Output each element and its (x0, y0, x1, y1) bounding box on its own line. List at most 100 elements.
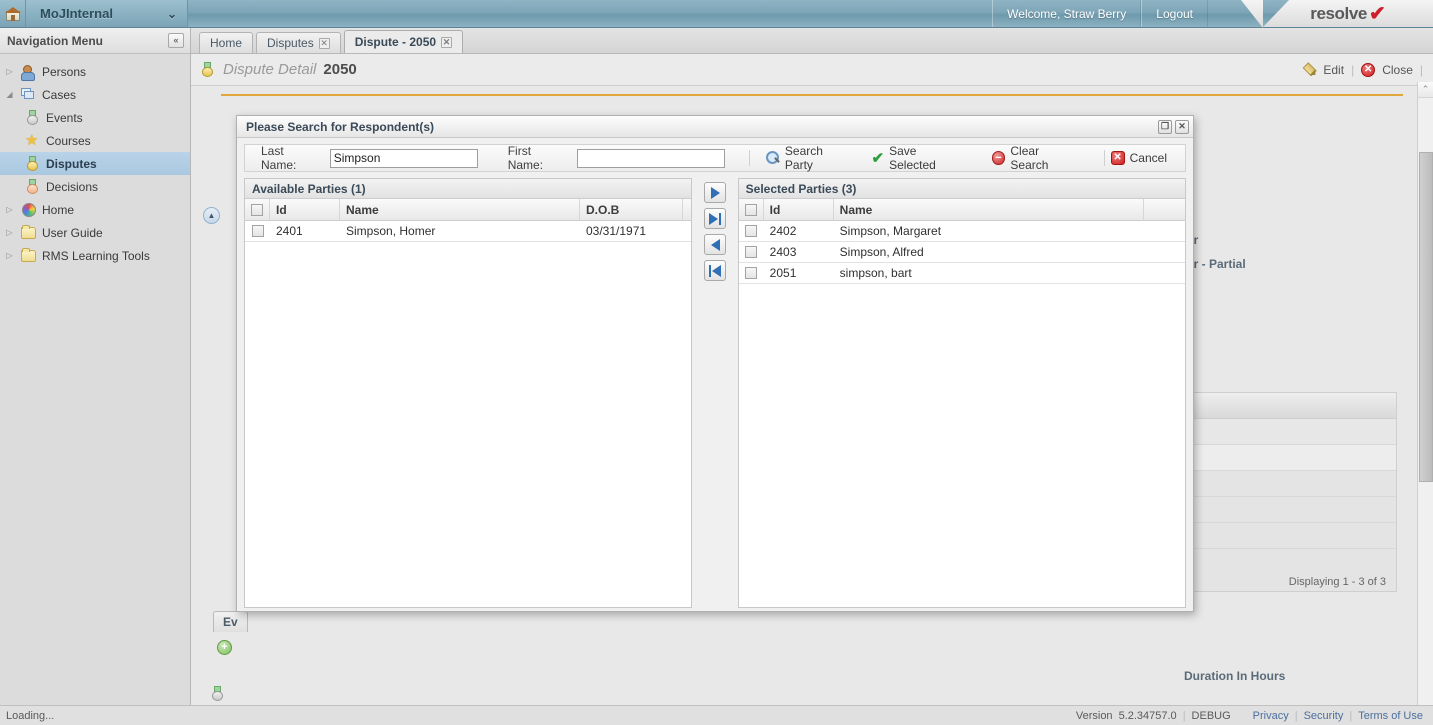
scroll-up-button[interactable]: ⌃ (1418, 82, 1433, 98)
row-checkbox-cell[interactable] (739, 242, 764, 263)
sidebar-item-events[interactable]: Events (0, 106, 190, 129)
row-checkbox-cell[interactable] (739, 263, 764, 284)
table-row[interactable]: 2403 Simpson, Alfred (738, 242, 1186, 263)
table-row[interactable]: 2051 simpson, bart (738, 263, 1186, 284)
add-event-button[interactable]: + (217, 640, 232, 655)
status-bar-right: Version 5.2.34757.0 | DEBUG Privacy | Se… (1076, 710, 1433, 722)
sidebar-item-persons[interactable]: ▷ Persons (0, 60, 190, 83)
column-header-name[interactable]: Name (340, 198, 580, 221)
column-header-dob[interactable]: D.O.B (580, 198, 683, 221)
sidebar-item-cases[interactable]: ◢ Cases (0, 83, 190, 106)
sidebar-item-decisions[interactable]: Decisions (0, 175, 190, 198)
tab-label: Dispute - 2050 (354, 35, 437, 49)
vertical-scrollbar[interactable]: ⌃ ⌄ (1417, 82, 1433, 725)
sidebar-item-user-guide[interactable]: ▷ User Guide (0, 221, 190, 244)
cancel-label: Cancel (1129, 151, 1167, 165)
move-left-icon[interactable] (704, 234, 726, 255)
row-checkbox[interactable] (745, 267, 758, 279)
application-name: MoJInternal (40, 6, 113, 21)
edit-button[interactable]: Edit (1323, 63, 1344, 77)
row-checkbox-cell[interactable] (739, 221, 764, 242)
row-checkbox[interactable] (745, 246, 758, 258)
move-all-right-icon[interactable] (704, 208, 726, 229)
privacy-link[interactable]: Privacy (1253, 710, 1289, 722)
select-all-checkbox[interactable] (744, 203, 757, 216)
row-checkbox[interactable] (251, 225, 264, 237)
sidebar-item-home[interactable]: ▷ Home (0, 198, 190, 221)
tab-strip: Home Disputes ✕ Dispute - 2050 ✕ (191, 28, 1433, 54)
sidebar-item-label: Events (46, 110, 83, 125)
application-selector[interactable]: MoJInternal ⌄ (26, 0, 188, 27)
column-header-id[interactable]: Id (270, 198, 340, 221)
sidebar-item-courses[interactable]: ★ Courses (0, 129, 190, 152)
search-party-button[interactable]: Search Party (766, 144, 853, 172)
selected-parties-header: Selected Parties (3) (738, 179, 1186, 199)
move-all-left-icon[interactable] (704, 260, 726, 281)
cell-name: Simpson, Margaret (839, 224, 942, 238)
tab-label: Disputes (267, 36, 314, 50)
column-header-name[interactable]: Name (834, 198, 1144, 221)
dialog-close-icon[interactable]: ✕ (1175, 119, 1189, 134)
selected-parties-pane: Selected Parties (3) Id Name 2402 Simpso… (737, 178, 1187, 608)
chevron-down-icon: ⌄ (166, 6, 177, 21)
move-right-icon[interactable] (704, 182, 726, 203)
background-grid-row (1192, 523, 1396, 549)
dialog-maximize-icon[interactable]: ❐ (1158, 119, 1172, 134)
tab-close-icon[interactable]: ✕ (318, 37, 330, 49)
available-parties-header: Available Parties (1) (245, 179, 692, 199)
dialog-title-bar: Please Search for Respondent(s) ❐ ✕ (237, 116, 1193, 138)
action-separator: | (1351, 62, 1355, 77)
twisty-icon[interactable]: ▷ (4, 67, 15, 76)
background-text-partial-2: er - Partial (1187, 257, 1246, 271)
brand-check-icon: ✔ (1368, 2, 1386, 25)
select-all-checkbox[interactable] (251, 203, 263, 216)
page-header: Dispute Detail 2050 Edit | ✕ Close | (191, 54, 1433, 86)
row-checkbox-cell[interactable] (245, 221, 270, 242)
twisty-icon[interactable]: ▷ (4, 251, 15, 260)
duration-column-header: Duration In Hours (1184, 669, 1286, 683)
select-all-checkbox-cell[interactable] (245, 198, 270, 221)
twisty-icon[interactable]: ▷ (4, 228, 15, 237)
sidebar-collapse-button[interactable]: « (168, 33, 184, 48)
twisty-icon[interactable]: ▷ (4, 205, 15, 214)
last-name-input[interactable] (329, 148, 478, 168)
table-row[interactable]: 2402 Simpson, Margaret (738, 221, 1186, 242)
table-row[interactable]: 2401 Simpson, Homer 03/31/1971 (245, 221, 692, 242)
logout-link[interactable]: Logout (1141, 0, 1208, 27)
sidebar-item-label: User Guide (42, 225, 103, 240)
scrollbar-thumb[interactable] (1419, 152, 1433, 482)
select-all-checkbox-cell[interactable] (739, 198, 764, 221)
sidebar-item-label: Disputes (46, 156, 97, 171)
cell-id: 2402 (769, 224, 797, 238)
close-circle-icon: ✕ (1361, 62, 1376, 77)
first-name-input[interactable] (577, 148, 726, 168)
sidebar-item-rms-learning-tools[interactable]: ▷ RMS Learning Tools (0, 244, 190, 267)
debug-label: DEBUG (1191, 709, 1231, 722)
background-paging-label: Displaying 1 - 3 of 3 (1288, 576, 1386, 588)
background-grid-header (1192, 445, 1396, 471)
cancel-button[interactable]: ✕ Cancel (1110, 151, 1167, 165)
tab-dispute-2050[interactable]: Dispute - 2050 ✕ (343, 30, 464, 53)
cell-name: simpson, bart (839, 266, 912, 280)
tab-home[interactable]: Home (199, 32, 254, 53)
save-selected-label: Save Selected (889, 144, 936, 172)
dialog-body: Last Name: First Name: Search Party ✔ Sa… (237, 138, 1193, 615)
section-collapse-button[interactable]: ▲ (203, 207, 220, 224)
tab-label: Home (210, 36, 243, 50)
tab-disputes[interactable]: Disputes ✕ (256, 32, 341, 53)
globe-icon (20, 202, 37, 218)
tab-close-icon[interactable]: ✕ (441, 36, 453, 48)
column-header-id[interactable]: Id (764, 198, 834, 221)
folder-icon (20, 224, 37, 241)
terms-of-use-link[interactable]: Terms of Use (1358, 710, 1423, 722)
sidebar-item-disputes[interactable]: Disputes (0, 152, 190, 175)
twisty-icon[interactable]: ◢ (4, 90, 15, 99)
row-checkbox[interactable] (745, 225, 758, 237)
home-button[interactable] (0, 0, 26, 27)
transfer-panes: Available Parties (1) Id Name D.O.B 2401… (244, 178, 1187, 608)
save-selected-button[interactable]: ✔ Save Selected (872, 144, 966, 172)
sidebar-item-label: Courses (46, 133, 91, 148)
security-link[interactable]: Security (1304, 710, 1344, 722)
clear-search-button[interactable]: − Clear Search (991, 144, 1080, 172)
close-button[interactable]: Close (1382, 63, 1413, 77)
